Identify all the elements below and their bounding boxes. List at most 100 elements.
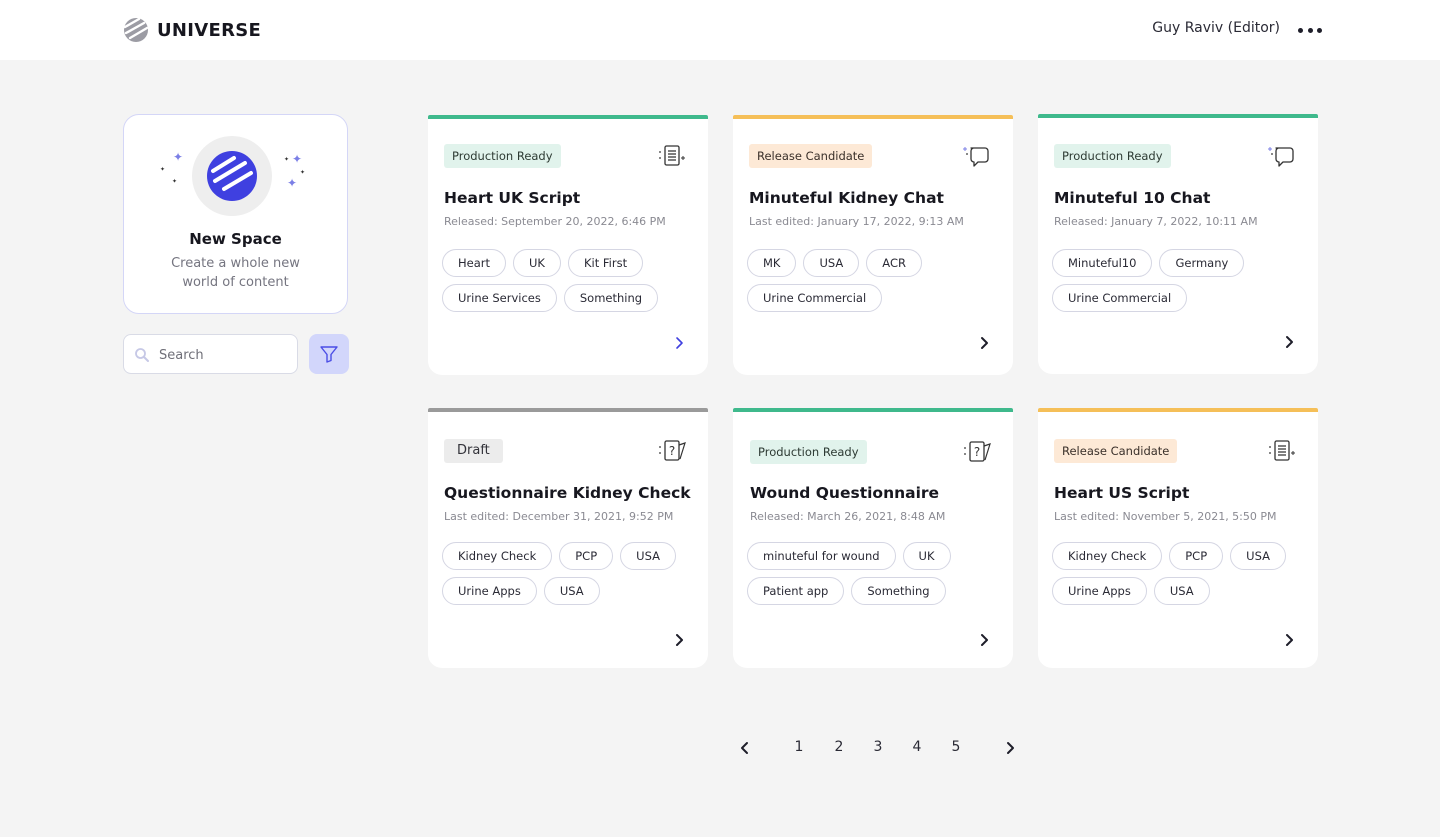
content-card[interactable]: Production Ready Minuteful 10 Chat Release… [1038, 114, 1318, 374]
tag-chip[interactable]: Minuteful10 [1052, 249, 1153, 277]
card-title: Minuteful Kidney Chat [749, 189, 944, 207]
card-date: Last edited: January 17, 2022, 9:13 AM [749, 215, 964, 228]
status-badge: Production Ready [444, 144, 561, 168]
card-title: Wound Questionnaire [750, 484, 940, 502]
status-color-bar [428, 408, 708, 412]
questionnaire-icon: ? [961, 438, 993, 466]
tag-chip[interactable]: Germany [1159, 249, 1245, 277]
tag-chip[interactable]: USA [620, 542, 676, 570]
brand-logo[interactable]: UNIVERSE [122, 16, 261, 44]
tag-chip[interactable]: Something [851, 577, 946, 605]
card-date: Released: September 20, 2022, 6:46 PM [444, 215, 666, 228]
tag-chip[interactable]: Urine Apps [442, 577, 537, 605]
tag-chip[interactable]: Patient app [747, 577, 845, 605]
open-card-arrow-icon[interactable] [672, 633, 686, 647]
tag-chip[interactable]: USA [803, 249, 860, 277]
status-color-bar [1038, 408, 1318, 412]
tag-chip[interactable]: PCP [1169, 542, 1224, 570]
tag-chip[interactable]: Something [563, 284, 659, 312]
sparkle-icon: ✦ [172, 178, 178, 185]
tag-chip[interactable]: PCP [559, 542, 614, 570]
sparkle-icon: ✦ [292, 152, 303, 166]
search-box [123, 334, 298, 374]
script-icon [1266, 437, 1298, 465]
status-badge: Release Candidate [1054, 439, 1178, 463]
tag-list: Kidney Check PCP USA Urine Apps USA [1052, 542, 1312, 605]
search-icon [135, 348, 149, 362]
tag-chip[interactable]: Urine Commercial [1052, 284, 1188, 312]
tag-list: MK USA ACR Urine Commercial [747, 249, 1007, 312]
planet-icon [207, 151, 257, 201]
page-1[interactable]: 1 [789, 737, 809, 757]
tag-chip[interactable]: Urine Services [442, 284, 557, 312]
tag-chip[interactable]: Urine Apps [1052, 577, 1147, 605]
sparkle-icon: ✦ [287, 176, 298, 190]
status-color-bar [733, 408, 1013, 412]
content-card[interactable]: Draft? Questionnaire Kidney Check Last edi… [428, 408, 708, 668]
tag-chip[interactable]: Kidney Check [1052, 542, 1163, 570]
card-title: Questionnaire Kidney Check [444, 484, 691, 502]
open-card-arrow-icon[interactable] [672, 336, 686, 350]
card-title: Heart US Script [1054, 484, 1190, 502]
next-page-icon[interactable] [1003, 741, 1017, 755]
user-menu-name[interactable]: Guy Raviv (Editor) [1152, 20, 1280, 36]
page-3[interactable]: 3 [868, 737, 888, 757]
tag-chip[interactable]: UK [902, 542, 951, 570]
tag-chip[interactable]: Heart [442, 249, 507, 277]
tag-chip[interactable]: Urine Commercial [747, 284, 883, 312]
open-card-arrow-icon[interactable] [977, 336, 991, 350]
status-color-bar [1038, 114, 1318, 118]
more-options-icon[interactable] [1298, 21, 1322, 39]
status-badge: Production Ready [750, 440, 867, 464]
tag-chip[interactable]: minuteful for wound [747, 542, 896, 570]
content-card[interactable]: Production Ready? Wound Questionnaire Rele… [733, 408, 1013, 668]
chat-icon [961, 142, 993, 170]
sparkle-icon: ✦ [284, 156, 290, 163]
sparkle-icon: ✦ [160, 166, 166, 173]
pagination: 1 2 3 4 5 [0, 737, 1440, 759]
questionnaire-icon: ? [656, 437, 688, 465]
card-date: Released: March 26, 2021, 8:48 AM [750, 510, 946, 523]
new-space-illustration [192, 136, 272, 216]
tag-chip[interactable]: Kit First [567, 249, 644, 277]
previous-page-icon[interactable] [738, 741, 752, 755]
new-space-description: Create a whole new world of content [171, 256, 300, 290]
page-4[interactable]: 4 [907, 737, 927, 757]
svg-text:?: ? [974, 445, 980, 459]
app-header: UNIVERSE Guy Raviv (Editor) [0, 0, 1440, 60]
svg-text:?: ? [669, 444, 675, 458]
tag-list: minuteful for wound UK Patient app Somethin… [747, 542, 1007, 605]
page-2[interactable]: 2 [829, 737, 849, 757]
tag-chip[interactable]: Kidney Check [442, 542, 553, 570]
filter-icon [320, 346, 338, 363]
content-card[interactable]: Release Candidate Minuteful Kidney Chat La… [733, 115, 1013, 375]
tag-list: Kidney Check PCP USA Urine Apps USA [442, 542, 702, 605]
content-card[interactable]: Production Ready Heart UK Script Released:… [428, 115, 708, 375]
tag-list: Minuteful10 Germany Urine Commercial [1052, 249, 1312, 312]
sparkle-icon: ✦ [300, 169, 306, 176]
tag-chip[interactable]: USA [1153, 577, 1210, 605]
open-card-arrow-icon[interactable] [977, 633, 991, 647]
tag-list: Heart UK Kit First Urine Services Something [442, 249, 702, 312]
tag-chip[interactable]: MK [747, 249, 797, 277]
status-badge: Release Candidate [749, 144, 873, 168]
open-card-arrow-icon[interactable] [1282, 335, 1296, 349]
status-color-bar [733, 115, 1013, 119]
tag-chip[interactable]: UK [513, 249, 561, 277]
card-title: Minuteful 10 Chat [1054, 189, 1211, 207]
universe-logo-icon [123, 17, 149, 42]
search-input[interactable] [159, 344, 289, 366]
card-date: Released: January 7, 2022, 10:11 AM [1054, 215, 1258, 228]
card-date: Last edited: November 5, 2021, 5:50 PM [1054, 510, 1277, 523]
tag-chip[interactable]: USA [1230, 542, 1286, 570]
new-space-card[interactable]: ✦ ✦ ✦ ✦ ✦ ✦ ✦ New Space Create a whole n… [123, 114, 348, 314]
card-title: Heart UK Script [444, 189, 581, 207]
filter-button[interactable] [309, 334, 349, 374]
tag-chip[interactable]: ACR [866, 249, 922, 277]
page-5[interactable]: 5 [946, 737, 966, 757]
brand-name: UNIVERSE [157, 19, 262, 41]
open-card-arrow-icon[interactable] [1282, 633, 1296, 647]
tag-chip[interactable]: USA [543, 577, 600, 605]
status-badge: Production Ready [1054, 144, 1171, 168]
content-card[interactable]: Release Candidate Heart US Script Last edi… [1038, 408, 1318, 668]
